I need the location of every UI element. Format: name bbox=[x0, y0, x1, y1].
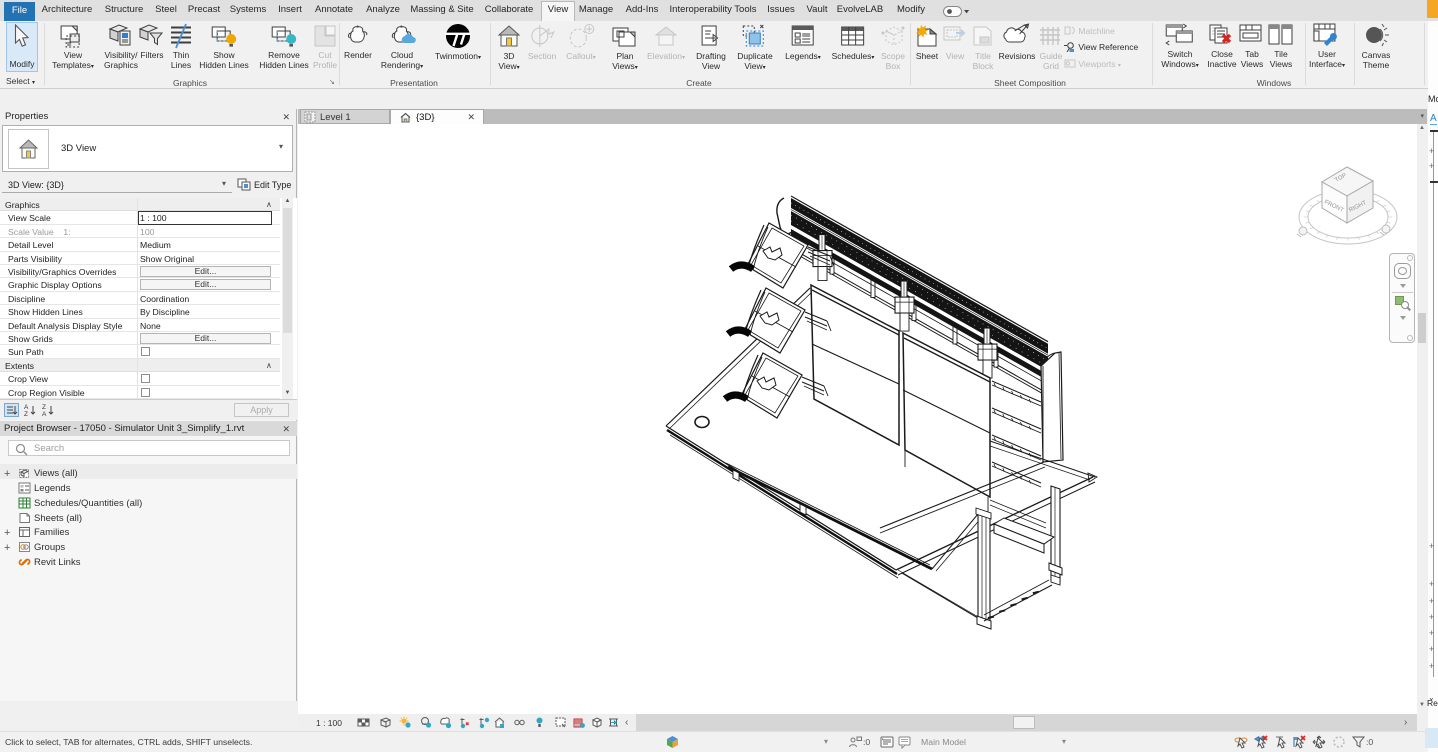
svg-text:A: A bbox=[24, 404, 29, 411]
svg-text:Z: Z bbox=[42, 404, 46, 411]
svg-text:A: A bbox=[42, 411, 47, 417]
svg-text:Z: Z bbox=[24, 411, 28, 417]
